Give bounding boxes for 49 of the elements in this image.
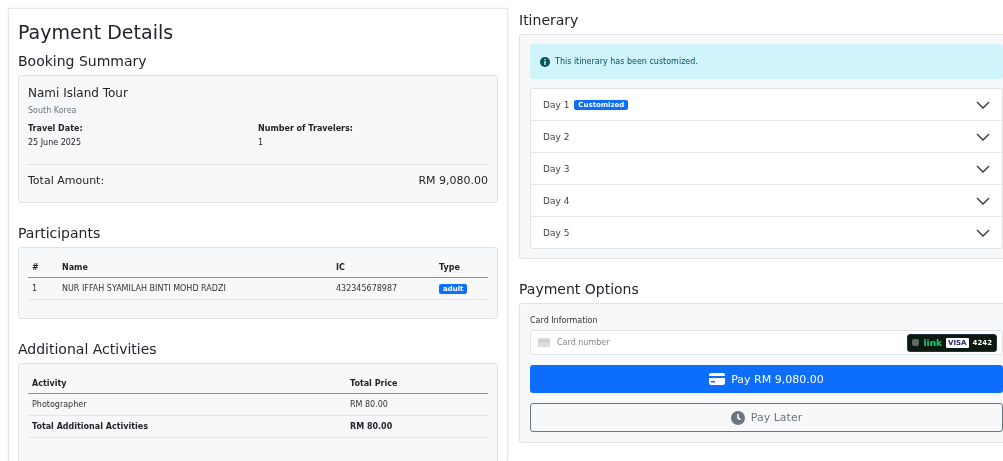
column-header: IC <box>332 258 435 278</box>
section-heading: Itinerary <box>519 12 580 28</box>
pay-button[interactable]: Pay RM 9,080.00 <box>530 365 1003 393</box>
section-heading: Payment Options <box>519 281 640 297</box>
chevron-icon <box>976 196 990 205</box>
section-heading: Additional Activities <box>18 341 158 357</box>
column-header: Total Price <box>346 374 488 394</box>
day-label: Day 4 <box>543 195 570 206</box>
day-accordion-item[interactable]: Day 2 <box>531 121 1002 153</box>
page-title: Payment Details <box>18 21 175 43</box>
chevron-icon <box>976 228 990 237</box>
day-accordion-item[interactable]: Day 5 <box>531 217 1002 248</box>
field-value: 1 <box>258 138 265 147</box>
table-cell: RM 80.00 <box>346 415 488 438</box>
day-label: Day 5 <box>543 227 570 238</box>
total-label: Total Amount: <box>28 174 105 187</box>
pay-later-button[interactable]: Pay Later <box>530 403 1003 432</box>
day-label: Day 3 <box>543 163 570 174</box>
chevron-icon <box>976 132 990 141</box>
day-label: Day 2 <box>543 131 570 142</box>
tour-name: Nami Island Tour <box>28 86 129 100</box>
chevron-icon <box>976 100 990 109</box>
table-cell: 1 <box>28 277 58 300</box>
table-cell: Total Additional Activities <box>28 415 346 438</box>
clock-icon <box>730 410 745 425</box>
card-icon <box>538 338 550 347</box>
field-label: Card Information <box>530 316 599 325</box>
day-accordion-item[interactable]: Day 4 <box>531 185 1002 217</box>
table-cell: NUR IFFAH SYAMILAH BINTI MOHD RADZI <box>58 277 332 300</box>
table-cell: Photographer <box>28 393 346 416</box>
column-header: Name <box>58 258 332 278</box>
column-header: # <box>28 258 58 278</box>
info-icon <box>540 56 550 67</box>
column-header: Activity <box>28 374 346 394</box>
section-heading: Booking Summary <box>18 53 148 69</box>
credit-card-icon <box>709 373 726 385</box>
total-amount: RM 9,080.00 <box>418 174 488 187</box>
alert-text: This itinerary has been customized. <box>555 57 698 66</box>
column-header: Type <box>435 258 488 278</box>
field-label: Number of Travelers: <box>258 124 354 133</box>
day-label: Day 1 <box>543 99 570 110</box>
day-accordion-item[interactable]: Day 3 <box>531 153 1002 185</box>
field-value: 25 June 2025 <box>28 138 83 147</box>
section-heading: Participants <box>18 225 102 241</box>
field-label: Travel Date: <box>28 124 84 133</box>
table-cell: 432345678987 <box>332 277 435 300</box>
table-cell: RM 80.00 <box>346 393 488 416</box>
chevron-icon <box>976 164 990 173</box>
tour-country: South Korea <box>28 106 78 115</box>
